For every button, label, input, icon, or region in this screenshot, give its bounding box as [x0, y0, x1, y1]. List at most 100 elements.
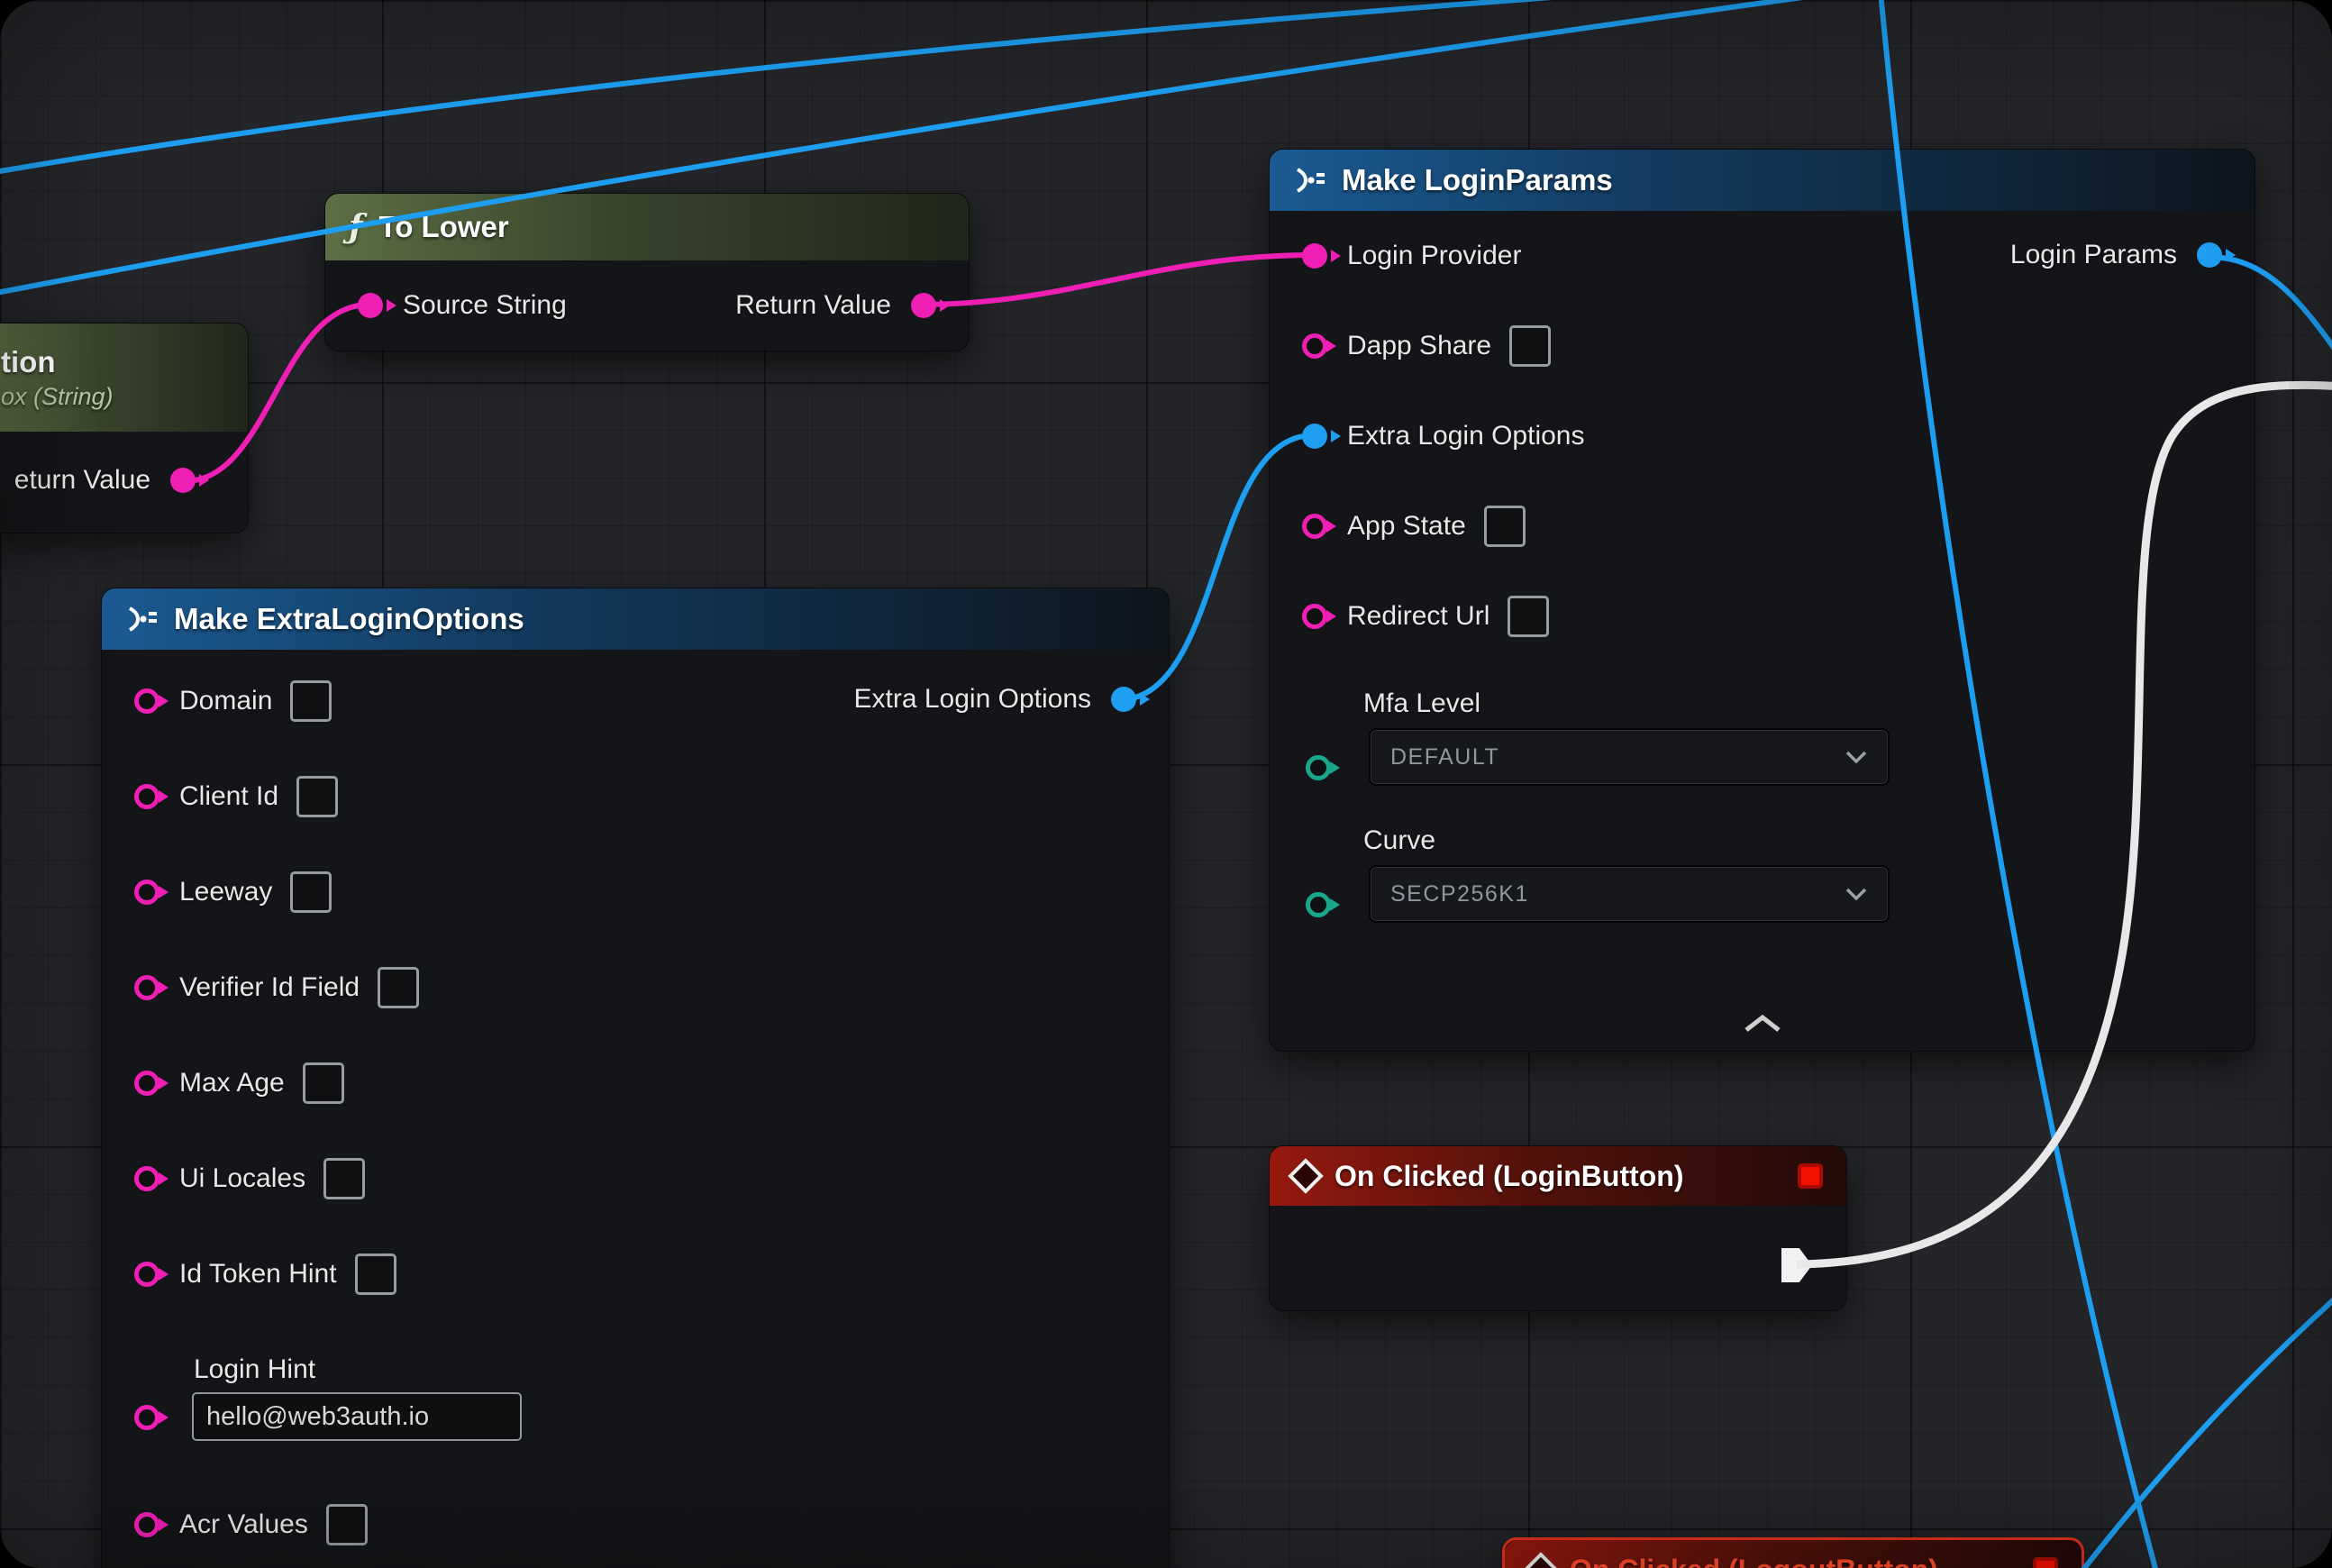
- dapp-share-pin[interactable]: [1302, 333, 1327, 359]
- max-age-label: Max Age: [179, 1068, 285, 1099]
- redirect-url-label: Redirect Url: [1347, 601, 1489, 632]
- on-clicked-logout-title: On Clicked (LogoutButton): [1570, 1554, 1938, 1568]
- app-state-pin[interactable]: [1302, 514, 1327, 539]
- client-id-value-box[interactable]: [296, 776, 338, 817]
- login-hint-input[interactable]: [192, 1392, 522, 1441]
- blueprint-graph-canvas[interactable]: tion ox (String) eturn Value ƒ To Lower …: [0, 0, 2332, 1568]
- node-partial-title: tion: [1, 345, 55, 379]
- login-params-out-pin[interactable]: [2197, 242, 2222, 268]
- verifier-id-field-label: Verifier Id Field: [179, 972, 360, 1003]
- dapp-share-value-box[interactable]: [1509, 325, 1551, 367]
- return-value-pin[interactable]: [911, 293, 936, 318]
- extra-login-options-out-label: Extra Login Options: [854, 684, 1091, 715]
- node-to-lower-header[interactable]: ƒ To Lower: [325, 194, 969, 260]
- mfa-level-value: DEFAULT: [1390, 744, 1499, 770]
- row-max-age: Max Age: [102, 1035, 1169, 1131]
- app-state-label: App State: [1347, 511, 1466, 542]
- chevron-up-icon: [1743, 1014, 1782, 1034]
- node-make-login-header[interactable]: Make LoginParams: [1270, 150, 2255, 211]
- login-provider-pin[interactable]: [1302, 243, 1327, 269]
- row-leeway: Leeway: [102, 844, 1169, 940]
- mfa-level-dropdown[interactable]: DEFAULT: [1369, 728, 1890, 786]
- domain-pin[interactable]: [134, 688, 159, 714]
- make-struct-icon: [1293, 167, 1325, 194]
- extra-login-options-in-label: Extra Login Options: [1347, 421, 1584, 451]
- id-token-hint-value-box[interactable]: [355, 1253, 396, 1295]
- row-redirect-url: Redirect Url: [1270, 571, 2255, 661]
- row-ui-locales: Ui Locales: [102, 1131, 1169, 1226]
- app-state-value-box[interactable]: [1484, 506, 1526, 547]
- curve-value: SECP256K1: [1390, 881, 1529, 907]
- domain-label: Domain: [179, 686, 272, 716]
- source-string-label: Source String: [403, 290, 567, 321]
- chevron-down-icon: [1845, 750, 1868, 764]
- node-partial-header[interactable]: tion ox (String): [0, 324, 248, 432]
- login-hint-pin[interactable]: [134, 1405, 159, 1430]
- node-make-login-params[interactable]: Make LoginParams Login Provider Dapp Sha…: [1269, 149, 2255, 1052]
- max-age-value-box[interactable]: [303, 1062, 344, 1104]
- wire-blue-corner[interactable]: [2063, 1275, 2332, 1568]
- curve-dropdown[interactable]: SECP256K1: [1369, 865, 1890, 923]
- partial-return-value-label: eturn Value: [14, 465, 150, 496]
- login-provider-label: Login Provider: [1347, 241, 1521, 271]
- extra-login-options-out-pin[interactable]: [1111, 687, 1136, 712]
- acr-values-label: Acr Values: [179, 1509, 308, 1540]
- login-hint-label: Login Hint: [194, 1354, 1169, 1385]
- row-id-token-hint: Id Token Hint: [102, 1226, 1169, 1322]
- collapse-chevron-button[interactable]: [1743, 1014, 1782, 1038]
- function-icon: ƒ: [349, 208, 363, 246]
- leeway-label: Leeway: [179, 877, 272, 907]
- ui-locales-value-box[interactable]: [323, 1158, 365, 1199]
- node-make-extra-title: Make ExtraLoginOptions: [174, 602, 524, 636]
- id-token-hint-pin[interactable]: [134, 1262, 159, 1287]
- return-value-label: Return Value: [735, 290, 891, 321]
- curve-pin[interactable]: [1306, 892, 1331, 917]
- delegate-box-icon[interactable]: [2033, 1557, 2058, 1568]
- row-verifier-id-field: Verifier Id Field: [102, 940, 1169, 1035]
- node-to-lower-title: To Lower: [379, 210, 509, 244]
- acr-values-value-box[interactable]: [326, 1504, 368, 1545]
- domain-value-box[interactable]: [290, 680, 332, 722]
- mfa-level-pin[interactable]: [1306, 755, 1331, 780]
- delegate-box-icon[interactable]: [1798, 1163, 1823, 1189]
- row-dapp-share: Dapp Share: [1270, 301, 2255, 391]
- redirect-url-value-box[interactable]: [1508, 596, 1549, 637]
- row-extra-login-options: Extra Login Options: [1270, 391, 2255, 481]
- node-on-clicked-logout-button[interactable]: On Clicked (LogoutButton): [1502, 1537, 2084, 1568]
- node-make-extra-header[interactable]: Make ExtraLoginOptions: [102, 588, 1169, 650]
- event-diamond-icon: [1523, 1552, 1559, 1568]
- node-on-clicked-login-button[interactable]: On Clicked (LoginButton): [1269, 1145, 1847, 1311]
- ui-locales-pin[interactable]: [134, 1166, 159, 1191]
- dapp-share-label: Dapp Share: [1347, 331, 1491, 361]
- event-header[interactable]: On Clicked (LogoutButton): [1505, 1540, 2081, 1568]
- row-login-hint: Login Hint: [102, 1322, 1169, 1477]
- row-acr-values: Acr Values: [102, 1477, 1169, 1568]
- client-id-pin[interactable]: [134, 784, 159, 809]
- client-id-label: Client Id: [179, 781, 278, 812]
- mfa-level-label: Mfa Level: [1363, 688, 2255, 719]
- chevron-down-icon: [1845, 887, 1868, 901]
- exec-out-pin[interactable]: [1781, 1248, 1812, 1282]
- node-make-extra-login-options[interactable]: Make ExtraLoginOptions Domain Client Id …: [101, 588, 1170, 1568]
- wire-tolower-to-login-provider[interactable]: [919, 255, 1314, 305]
- row-client-id: Client Id: [102, 749, 1169, 844]
- leeway-pin[interactable]: [134, 880, 159, 905]
- extra-login-options-in-pin[interactable]: [1302, 424, 1327, 449]
- max-age-pin[interactable]: [134, 1071, 159, 1096]
- leeway-value-box[interactable]: [290, 871, 332, 913]
- node-partial-textbox[interactable]: tion ox (String) eturn Value: [0, 323, 249, 533]
- verifier-id-field-pin[interactable]: [134, 975, 159, 1000]
- node-to-lower[interactable]: ƒ To Lower Source String Return Value: [324, 193, 970, 351]
- verifier-id-field-value-box[interactable]: [378, 967, 419, 1008]
- row-curve: Curve SECP256K1: [1270, 825, 2255, 923]
- source-string-pin[interactable]: [358, 293, 383, 318]
- acr-values-pin[interactable]: [134, 1512, 159, 1537]
- row-mfa-level: Mfa Level DEFAULT: [1270, 688, 2255, 786]
- partial-return-value-pin[interactable]: [170, 468, 196, 493]
- redirect-url-pin[interactable]: [1302, 604, 1327, 629]
- event-diamond-icon: [1288, 1158, 1324, 1194]
- login-params-out-label: Login Params: [2010, 240, 2177, 270]
- event-header[interactable]: On Clicked (LoginButton): [1270, 1146, 1846, 1206]
- node-partial-subtitle: ox (String): [1, 383, 114, 411]
- ui-locales-label: Ui Locales: [179, 1163, 305, 1194]
